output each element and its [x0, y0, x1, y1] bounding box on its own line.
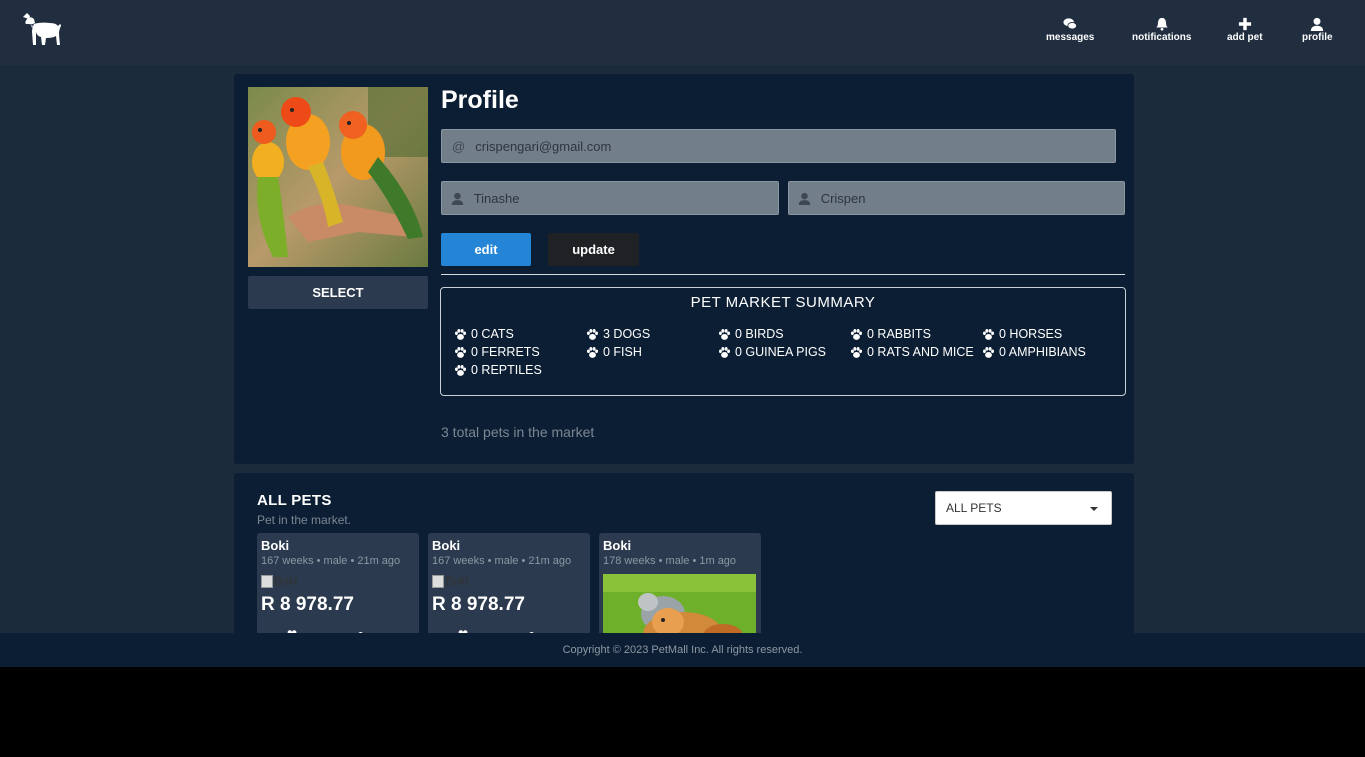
copyright-text: Copyright © 2023 PetMall Inc. All rights…	[562, 644, 803, 656]
edit-button[interactable]: edit	[441, 233, 531, 266]
empty-area	[0, 667, 1365, 757]
summary-item: 0 FERRETS	[454, 345, 540, 359]
pet-image-broken: Boki	[261, 574, 297, 588]
first-name-field[interactable]	[441, 181, 779, 215]
profile-avatar-image	[248, 87, 428, 267]
summary-item: 3 DOGS	[586, 327, 650, 341]
summary-item-label: 0 CATS	[471, 327, 514, 341]
profile-panel: SELECT Profile @ edit update PET MARKET …	[234, 74, 1134, 464]
summary-item: 0 AMPHIBIANS	[982, 345, 1086, 359]
pet-meta: 167 weeks • male • 21m ago	[432, 555, 572, 567]
summary-item-label: 0 REPTILES	[471, 363, 542, 377]
paw-icon	[718, 346, 731, 358]
paw-icon	[454, 328, 467, 340]
divider	[441, 274, 1125, 275]
summary-item-label: 0 GUINEA PIGS	[735, 345, 827, 359]
page-title: Profile	[441, 86, 519, 114]
top-navbar: messages notifications add pet profile	[0, 0, 1365, 65]
paw-icon	[982, 328, 995, 340]
summary-title: PET MARKET SUMMARY	[690, 294, 876, 311]
pet-meta: 167 weeks • male • 21m ago	[261, 555, 401, 567]
nav-add-pet[interactable]: add pet	[1227, 17, 1263, 43]
pet-meta: 178 weeks • male • 1m ago	[603, 555, 737, 567]
section-title: ALL PETS	[257, 492, 332, 509]
first-name-input[interactable]	[473, 190, 778, 206]
summary-item-label: 0 RABBITS	[867, 327, 931, 341]
update-button[interactable]: update	[548, 233, 639, 266]
pet-image-alt: Boki	[274, 574, 298, 588]
summary-item-label: 0 BIRDS	[735, 327, 784, 341]
footer: Copyright © 2023 PetMall Inc. All rights…	[0, 633, 1365, 667]
summary-item-label: 0 FISH	[603, 345, 642, 359]
pet-name: Boki	[261, 538, 290, 553]
last-name-input[interactable]	[820, 190, 1124, 206]
comments-icon	[1063, 18, 1078, 30]
email-field[interactable]: @	[441, 129, 1116, 163]
broken-image-icon	[432, 574, 444, 588]
summary-item-label: 0 AMPHIBIANS	[999, 345, 1086, 359]
last-name-field[interactable]	[788, 181, 1125, 215]
nav-add-pet-label: add pet	[1227, 32, 1263, 43]
user-icon	[789, 192, 821, 205]
paw-icon	[454, 364, 467, 376]
pet-filter-select[interactable]: ALL PETS	[935, 491, 1112, 525]
pet-name: Boki	[432, 538, 461, 553]
pet-image-alt: Boki	[445, 574, 469, 588]
section-subtitle: Pet in the market.	[257, 513, 352, 527]
nav-messages[interactable]: messages	[1046, 17, 1094, 43]
summary-item-label: 0 HORSES	[999, 327, 1063, 341]
user-icon	[442, 192, 474, 205]
summary-item-label: 0 FERRETS	[471, 345, 540, 359]
pet-price: R 8 978.77	[261, 594, 354, 615]
paw-icon	[718, 328, 731, 340]
bell-icon	[1156, 17, 1168, 31]
nav-profile-label: profile	[1302, 32, 1333, 43]
nav-messages-label: messages	[1046, 32, 1095, 43]
summary-item: 0 CATS	[454, 327, 514, 341]
nav-profile[interactable]: profile	[1302, 17, 1333, 43]
summary-item: 0 HORSES	[982, 327, 1062, 341]
caret-down-icon	[1090, 507, 1098, 511]
at-icon: @	[452, 138, 466, 154]
pet-name: Boki	[603, 538, 632, 553]
summary-item: 0 FISH	[586, 345, 642, 359]
paw-icon	[586, 346, 599, 358]
pet-filter-value: ALL PETS	[946, 501, 1002, 515]
summary-item: 0 RABBITS	[850, 327, 931, 341]
plus-icon	[1238, 17, 1251, 31]
broken-image-icon	[261, 574, 273, 588]
user-icon	[1311, 17, 1324, 31]
nav-notifications[interactable]: notifications	[1132, 17, 1191, 43]
pet-image-broken: Boki	[432, 574, 468, 588]
select-image-button[interactable]: SELECT	[248, 276, 428, 309]
paw-icon	[454, 346, 467, 358]
total-pets-text: 3 total pets in the market	[441, 424, 595, 440]
email-input[interactable]	[475, 138, 1115, 154]
paw-icon	[586, 328, 599, 340]
summary-item-label: 3 DOGS	[603, 327, 651, 341]
paw-icon	[850, 346, 863, 358]
pet-price: R 8 978.77	[432, 594, 525, 615]
paw-icon	[982, 346, 995, 358]
pet-market-summary: PET MARKET SUMMARY 0 CATS 3 DOGS 0 BIRDS 0 …	[440, 287, 1126, 396]
nav-notifications-label: notifications	[1132, 32, 1192, 43]
summary-item: 0 GUINEA PIGS	[718, 345, 826, 359]
summary-item: 0 REPTILES	[454, 363, 542, 377]
summary-item: 0 RATS AND MICE	[850, 345, 974, 359]
paw-icon	[850, 328, 863, 340]
summary-item: 0 BIRDS	[718, 327, 784, 341]
summary-item-label: 0 RATS AND MICE	[867, 345, 974, 359]
app: messages notifications add pet profile S…	[0, 0, 1365, 667]
dog-logo-icon[interactable]	[20, 12, 64, 48]
